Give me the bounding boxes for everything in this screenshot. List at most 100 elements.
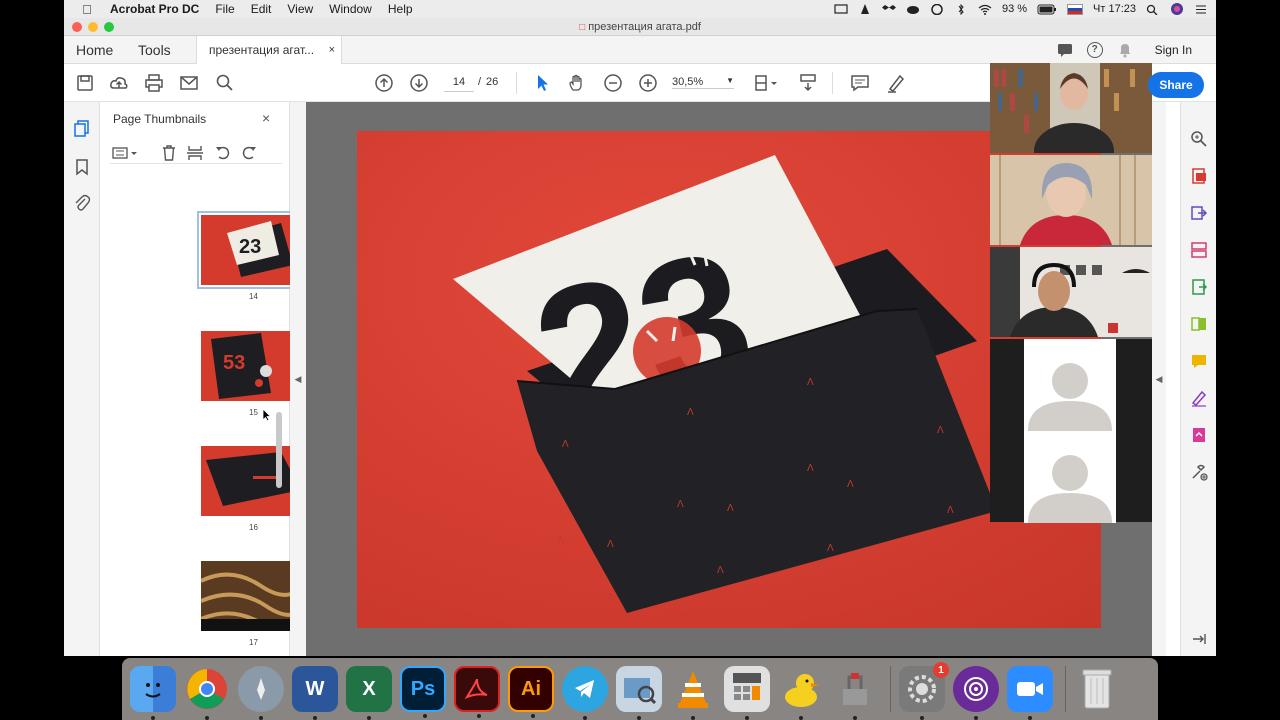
participant-avatar-5[interactable] [1024,431,1116,523]
extract-pages-icon[interactable] [186,144,204,162]
menu-view[interactable]: View [287,2,313,16]
comment-tool-icon[interactable] [1190,352,1208,370]
tab-document[interactable]: презентация агат... × [196,35,342,64]
attachments-icon[interactable] [73,194,91,212]
window-title-text: презентация агата.pdf [588,20,701,33]
comment-icon[interactable] [850,73,870,93]
save-icon[interactable] [75,73,95,93]
next-page-icon[interactable] [409,73,429,93]
vlc-status-icon[interactable] [858,3,872,15]
cyberduck-icon[interactable] [778,666,824,720]
bluetooth-icon[interactable] [954,3,968,15]
panel-close-icon[interactable]: × [262,110,270,126]
sign-in-link[interactable]: Sign In [1155,43,1192,57]
comment-chat-icon[interactable] [1057,42,1073,58]
edit-pdf-icon[interactable] [1190,278,1208,296]
thumbnails-scrollbar[interactable] [276,412,282,488]
more-tools-icon[interactable] [1190,463,1208,481]
acrobat-icon[interactable] [454,666,500,718]
hand-tool-icon[interactable] [567,73,587,93]
highlight-pen-icon[interactable] [886,73,906,93]
dock-separator [890,666,891,712]
organize-pages-icon[interactable] [1190,241,1208,259]
share-button[interactable]: Share [1148,72,1204,98]
tor-browser-icon[interactable] [953,666,999,720]
select-cursor-icon[interactable] [533,73,553,93]
zoom-out-icon[interactable] [603,73,623,93]
vlc-icon[interactable] [670,666,716,720]
page-number-input[interactable]: 14 [444,76,474,92]
help-icon[interactable]: ? [1086,41,1103,58]
clock[interactable]: Чт 17:23 [1093,3,1136,15]
scrolling-mode-icon[interactable] [798,73,818,93]
pdf-file-icon: □ [579,21,586,33]
preview-icon[interactable] [616,666,662,720]
fill-sign-icon[interactable] [1190,389,1208,407]
tab-home[interactable]: Home [76,42,128,58]
options-menu-icon[interactable] [112,144,140,162]
zoom-in-icon[interactable] [638,73,658,93]
notification-center-icon[interactable] [1194,4,1208,15]
menu-help[interactable]: Help [388,2,413,16]
print-icon[interactable] [144,73,164,93]
calculator-icon[interactable] [724,666,770,720]
migration-assistant-icon[interactable] [832,666,878,720]
chrome-icon[interactable] [184,666,230,720]
creative-cloud-icon[interactable] [930,3,944,15]
participant-video-1[interactable] [990,63,1152,153]
upload-cloud-icon[interactable] [109,73,129,93]
tab-tools[interactable]: Tools [138,42,184,58]
svg-text:Λ: Λ [717,565,724,576]
participant-video-3[interactable] [990,247,1152,337]
participant-video-2[interactable] [990,155,1152,245]
spotlight-search-icon[interactable] [1146,4,1160,15]
cloud-icon[interactable] [906,4,920,15]
collapse-right-panel-icon[interactable]: ◀ [1152,102,1166,656]
collapse-tools-icon[interactable] [1190,630,1208,648]
photoshop-icon[interactable]: Ps [400,666,446,718]
finder-icon[interactable] [130,666,176,720]
rotate-right-icon[interactable] [240,144,258,162]
page-display-icon[interactable] [754,73,780,93]
participant-avatar-4[interactable] [1024,339,1116,431]
panel-title: Page Thumbnails [113,112,207,126]
siri-icon[interactable] [1170,2,1184,16]
apple-menu-icon[interactable]:  [80,2,94,17]
email-icon[interactable] [179,73,199,93]
rotate-left-icon[interactable] [214,144,232,162]
tab-bar-actions: ? Sign In [1057,41,1216,58]
svg-text:Λ: Λ [937,425,944,436]
battery-icon[interactable] [1037,4,1057,15]
input-source-flag-icon[interactable] [1067,3,1084,15]
collapse-left-panel-icon[interactable]: ◀ [290,102,306,656]
create-pdf-icon[interactable] [1190,167,1208,185]
system-preferences-icon[interactable]: 1 [899,662,949,720]
excel-icon[interactable]: X [346,666,392,720]
previous-page-icon[interactable] [374,73,394,93]
zoom-level-select[interactable]: 30,5% ▼ [672,76,734,89]
menu-file[interactable]: File [215,2,234,16]
zoom-search-icon[interactable] [1190,130,1208,148]
app-menu[interactable]: Acrobat Pro DC [110,2,199,16]
dropbox-icon[interactable] [881,4,896,15]
bookmarks-icon[interactable] [73,158,91,176]
page-thumbnails-icon[interactable] [73,119,91,137]
wifi-icon[interactable] [978,4,992,15]
menu-edit[interactable]: Edit [251,2,272,16]
export-pdf-icon[interactable] [1190,204,1208,222]
notifications-bell-icon[interactable] [1117,42,1133,58]
telegram-icon[interactable] [562,666,608,720]
search-icon[interactable] [215,73,235,93]
page-separator: / [478,76,482,88]
menu-window[interactable]: Window [329,2,372,16]
delete-page-icon[interactable] [160,144,178,162]
launchpad-icon[interactable] [238,666,284,720]
illustrator-icon[interactable]: Ai [508,666,554,718]
display-icon[interactable] [834,3,848,15]
zoom-icon[interactable] [1007,666,1053,720]
request-signature-icon[interactable] [1190,426,1208,444]
word-icon[interactable]: W [292,666,338,720]
tab-close-icon[interactable]: × [329,44,335,56]
trash-icon[interactable] [1074,666,1120,712]
combine-files-icon[interactable] [1190,315,1208,333]
